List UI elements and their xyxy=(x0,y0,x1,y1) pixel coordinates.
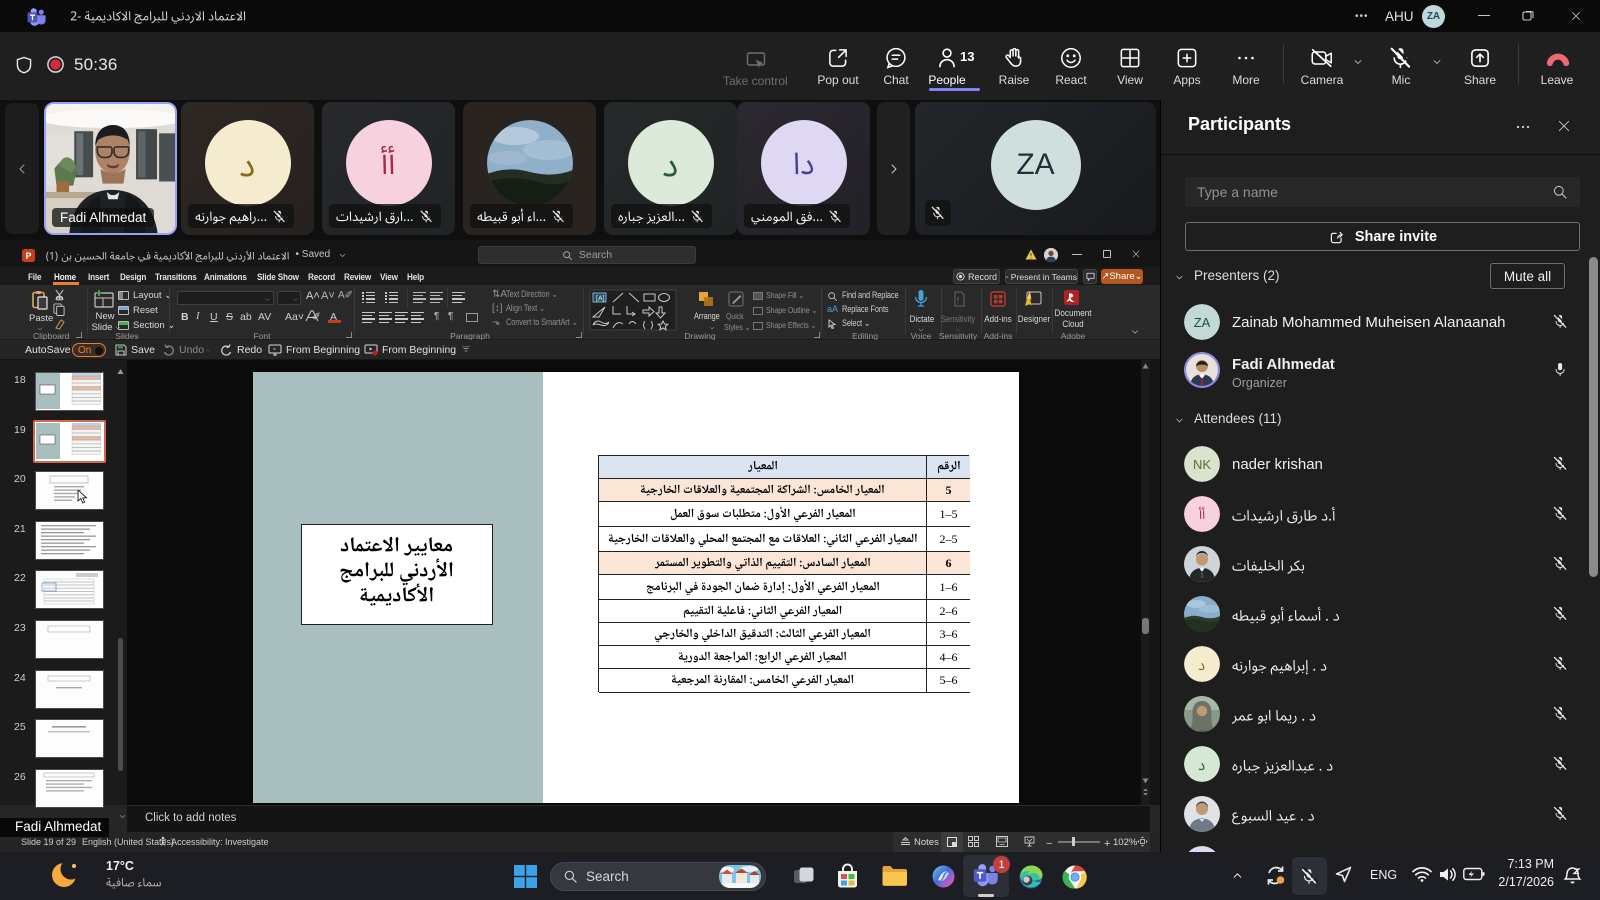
svg-text:[A]: [A] xyxy=(596,296,605,303)
